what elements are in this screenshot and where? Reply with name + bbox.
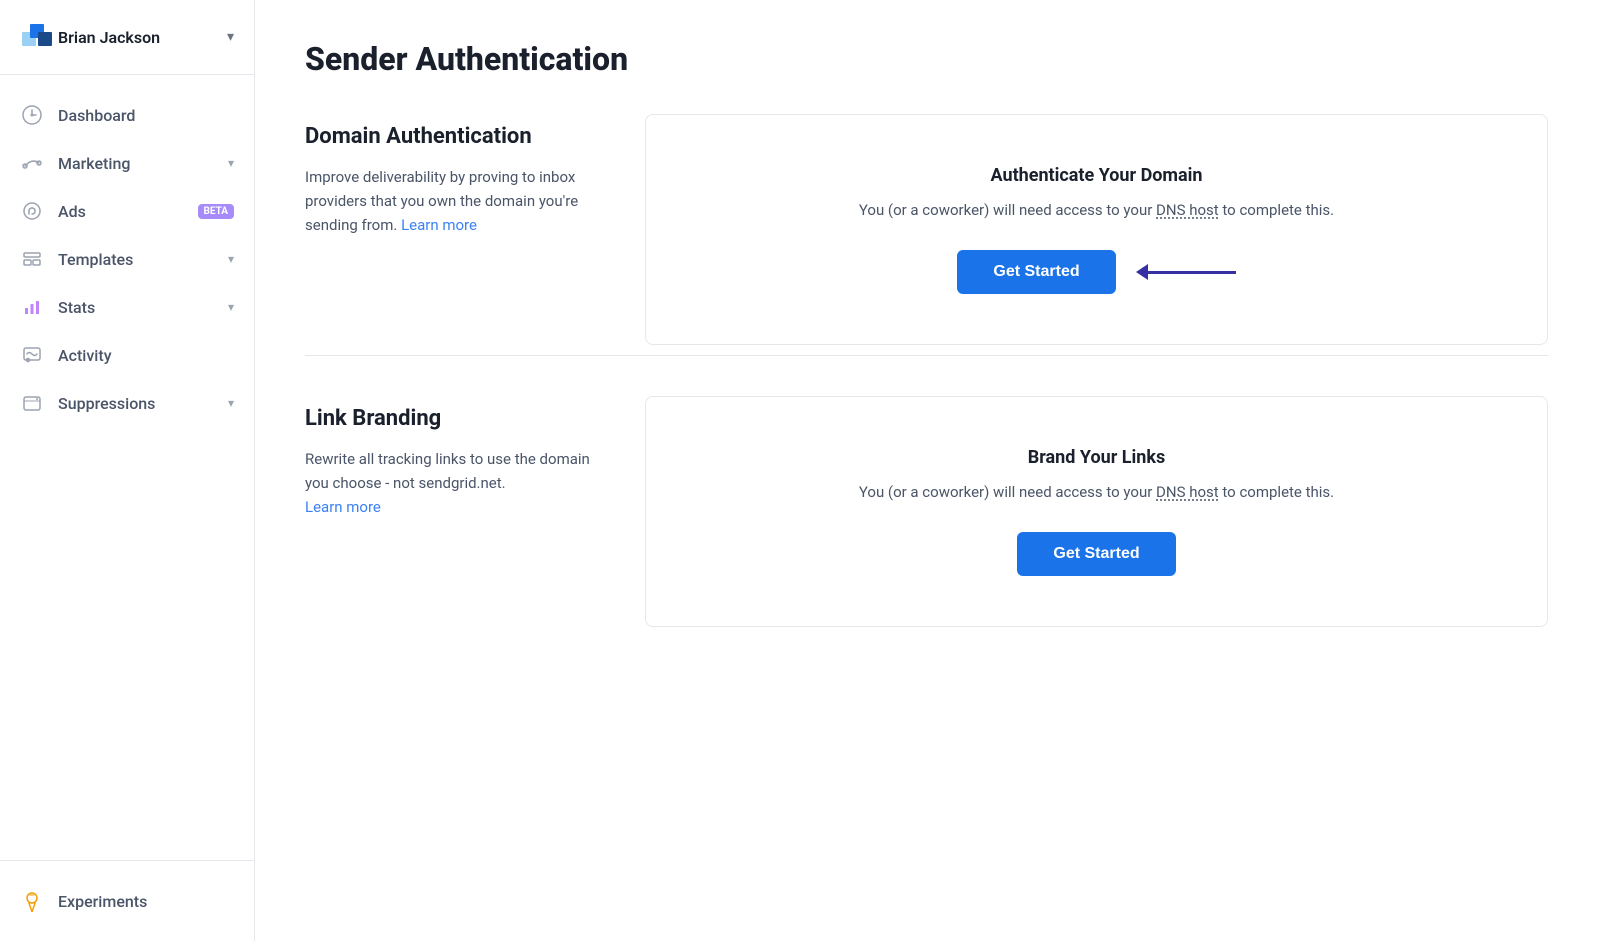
sidebar-header[interactable]: Brian Jackson ▾ (0, 0, 254, 75)
sidebar-item-experiments[interactable]: Experiments (20, 877, 234, 925)
marketing-label: Marketing (58, 154, 228, 173)
main-content: Sender Authentication Domain Authenticat… (255, 0, 1598, 941)
sidebar-item-marketing[interactable]: Marketing ▾ (0, 139, 254, 187)
dns-host-text: DNS host (1156, 201, 1219, 219)
sidebar-item-stats[interactable]: Stats ▾ (0, 283, 254, 331)
link-branding-learn-more-link[interactable]: Learn more (305, 498, 381, 516)
domain-auth-learn-more-link[interactable]: Learn more (401, 216, 477, 234)
experiments-icon (20, 889, 44, 913)
arrow-indicator (1136, 264, 1236, 280)
activity-icon (20, 343, 44, 367)
link-branding-title: Link Branding (305, 406, 605, 431)
link-branding-info: Link Branding Rewrite all tracking links… (305, 396, 645, 627)
sidebar-nav: Dashboard Marketing ▾ Ads (0, 75, 254, 860)
stats-label: Stats (58, 298, 228, 317)
sidebar-chevron-icon: ▾ (227, 29, 234, 45)
ads-icon (20, 199, 44, 223)
link-branding-get-started-button[interactable]: Get Started (1017, 532, 1175, 576)
sidebar-item-activity[interactable]: Activity (0, 331, 254, 379)
dashboard-icon (20, 103, 44, 127)
link-branding-card-desc: You (or a coworker) will need access to … (859, 480, 1334, 504)
link-branding-dns-host-text: DNS host (1156, 483, 1219, 501)
dashboard-label: Dashboard (58, 106, 234, 125)
stats-chevron-icon: ▾ (228, 300, 234, 314)
brand-logo (20, 18, 58, 56)
link-branding-desc: Rewrite all tracking links to use the do… (305, 447, 605, 519)
marketing-chevron-icon: ▾ (228, 156, 234, 170)
activity-label: Activity (58, 346, 234, 365)
page-title: Sender Authentication (305, 40, 1548, 78)
domain-auth-get-started-button[interactable]: Get Started (957, 250, 1115, 294)
ads-label: Ads (58, 202, 190, 221)
stats-icon (20, 295, 44, 319)
domain-auth-card-desc: You (or a coworker) will need access to … (859, 198, 1334, 222)
domain-auth-title: Domain Authentication (305, 124, 605, 149)
link-branding-card-title: Brand Your Links (1028, 447, 1165, 468)
domain-auth-desc: Improve deliverability by proving to inb… (305, 165, 605, 237)
experiments-label: Experiments (58, 892, 214, 911)
arrow-line (1146, 271, 1236, 274)
btn-arrow-row: Get Started (957, 250, 1235, 294)
domain-auth-info: Domain Authentication Improve deliverabi… (305, 114, 645, 345)
link-branding-card: Brand Your Links You (or a coworker) wil… (645, 396, 1548, 627)
templates-chevron-icon: ▾ (228, 252, 234, 266)
suppressions-chevron-icon: ▾ (228, 396, 234, 410)
templates-icon (20, 247, 44, 271)
marketing-icon (20, 151, 44, 175)
sidebar-footer: Experiments (0, 860, 254, 941)
domain-auth-card-title: Authenticate Your Domain (990, 165, 1202, 186)
domain-auth-section: Domain Authentication Improve deliverabi… (305, 114, 1548, 345)
sidebar-username: Brian Jackson (58, 28, 227, 47)
section-divider (305, 355, 1548, 356)
suppressions-icon (20, 391, 44, 415)
link-branding-section: Link Branding Rewrite all tracking links… (305, 396, 1548, 627)
templates-label: Templates (58, 250, 228, 269)
sidebar: Brian Jackson ▾ Dashboard (0, 0, 255, 941)
ads-beta-badge: BETA (198, 204, 235, 219)
sidebar-item-templates[interactable]: Templates ▾ (0, 235, 254, 283)
sidebar-item-ads[interactable]: Ads BETA (0, 187, 254, 235)
domain-auth-card: Authenticate Your Domain You (or a cowor… (645, 114, 1548, 345)
suppressions-label: Suppressions (58, 394, 228, 413)
sidebar-item-dashboard[interactable]: Dashboard (0, 91, 254, 139)
sidebar-item-suppressions[interactable]: Suppressions ▾ (0, 379, 254, 427)
